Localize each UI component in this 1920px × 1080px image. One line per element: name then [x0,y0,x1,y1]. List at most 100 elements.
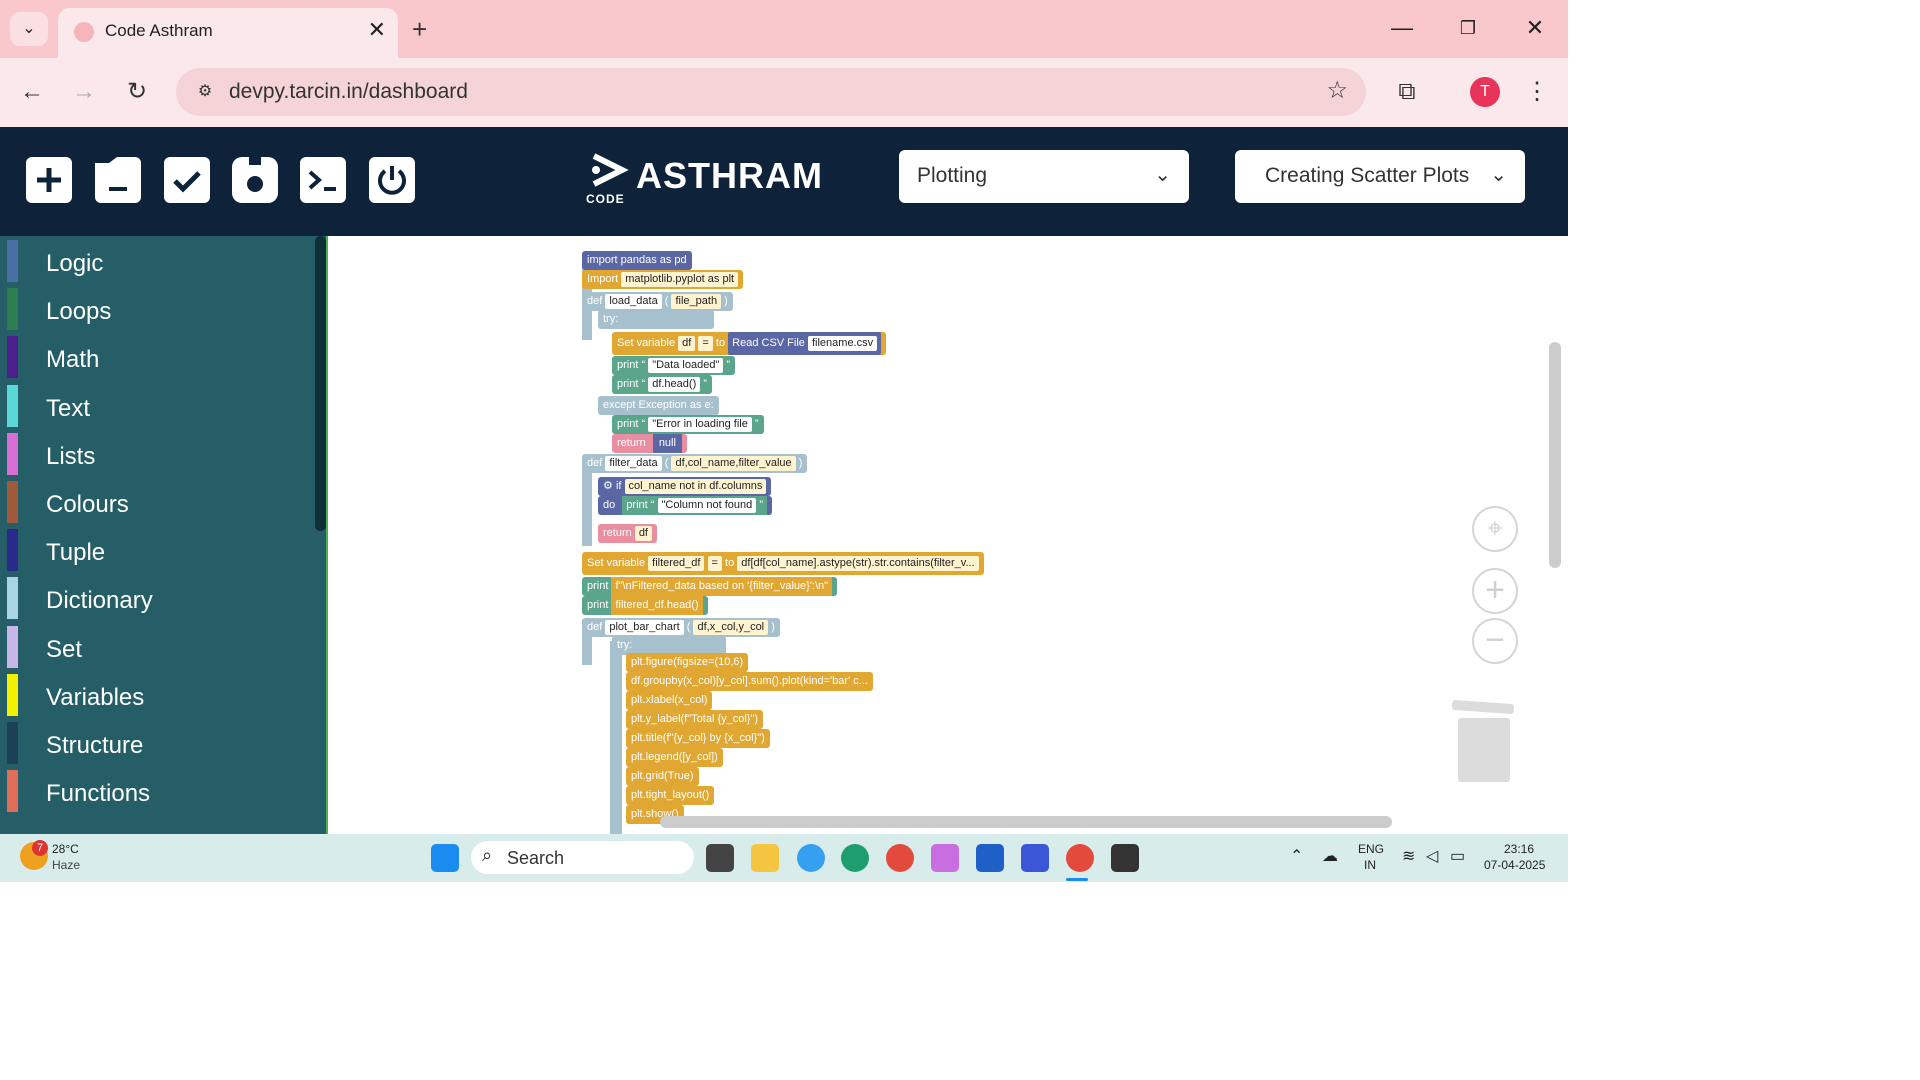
lesson-select[interactable]: Creating Scatter Plots ⌄ [1235,150,1525,203]
chrome-profile-icon[interactable] [886,844,914,872]
tray-chevron-up-icon[interactable]: ⌃ [1290,846,1303,866]
print-block[interactable]: print “ df.head() ” [612,375,712,394]
operator-dropdown[interactable]: = [707,556,722,571]
code-line-block[interactable]: plt.xlabel(x_col) [626,691,713,710]
read-csv-block[interactable]: Read CSV File filename.csv [728,332,882,355]
except-block[interactable]: except Exception as e: [598,396,719,415]
gear-icon[interactable]: ⚙ [603,480,613,492]
copilot-icon[interactable] [797,844,825,872]
print-block[interactable]: print f"\nFiltered_data based on '{filte… [582,577,838,596]
windows-start-icon[interactable] [431,844,459,872]
edge-icon[interactable] [841,844,869,872]
code-line-block[interactable]: plt.tight_layout() [626,786,715,805]
def-load-data-block[interactable]: def load_data ( file_path ) [582,292,733,311]
new-tab-icon[interactable]: + [412,12,427,46]
browser-menu-icon[interactable]: ⋮ [1519,74,1555,110]
zoom-out-icon[interactable]: − [1472,618,1518,664]
volume-icon[interactable]: ◁ [1426,846,1438,866]
reload-icon[interactable]: ↻ [119,74,155,110]
import-pandas-block[interactable]: import pandas as pd [582,251,692,270]
back-icon[interactable]: ← [14,74,50,110]
code-line-block[interactable]: df.groupby(x_col)[y_col].sum().plot(kind… [626,672,873,691]
terminal-button[interactable] [300,157,346,203]
return-block[interactable]: return df [598,524,657,543]
task-view-icon[interactable] [706,844,734,872]
operator-dropdown[interactable]: = [698,336,713,351]
cloud-icon[interactable]: ☁ [1322,846,1338,866]
code-line-block[interactable]: plt.title(f"{y_col} by {x_col}") [626,729,770,748]
zoom-in-icon[interactable]: + [1472,568,1518,614]
mysql-icon[interactable] [1021,844,1049,872]
return-block[interactable]: return null [612,434,687,453]
category-loops[interactable]: Loops [0,288,314,336]
def-filter-data-block[interactable]: def filter_data ( df,col_name,filter_val… [582,454,808,473]
def-plot-bar-chart-block[interactable]: def plot_bar_chart ( df,x_col,y_col ) [582,618,780,637]
code-line-block[interactable]: plt.y_label(f"Total {y_col}") [626,710,764,729]
category-variables[interactable]: Variables [0,673,314,722]
window-close-icon[interactable]: ✕ [1515,10,1555,46]
restore-icon[interactable]: ❐ [1448,10,1488,46]
file-explorer-icon[interactable] [751,844,779,872]
recenter-icon[interactable]: ⌖ [1472,506,1518,552]
weather-temp[interactable]: 28°C [52,842,79,856]
category-math[interactable]: Math [0,336,314,384]
category-functions[interactable]: Functions [0,770,314,818]
code-line-block[interactable]: plt.legend([y_col]) [626,748,723,767]
code-line-block[interactable]: plt.grid(True) [626,767,699,786]
open-file-button[interactable] [95,157,141,203]
print-block[interactable]: print filtered_df.head() [582,596,708,615]
topic-select[interactable]: Plotting ⌄ [899,150,1189,203]
set-variable-df-block[interactable]: Set variable df = to Read CSV File filen… [612,332,887,355]
extensions-icon[interactable]: ⧉ [1389,74,1425,110]
forward-icon[interactable]: → [66,74,102,110]
run-check-button[interactable] [164,157,210,203]
set-variable-filtered-block[interactable]: Set variable filtered_df = to df[df[col_… [582,552,984,575]
taskbar-search[interactable]: ⌕ Search [471,841,694,874]
try-block[interactable]: try: [598,310,714,329]
print-block[interactable]: print “ "Data loaded" ” [612,356,736,375]
wifi-icon[interactable]: ≋ [1402,846,1415,866]
category-text[interactable]: Text [0,384,314,433]
tab-close-icon[interactable]: ✕ [368,17,386,43]
category-set[interactable]: Set [0,625,314,674]
battery-icon[interactable]: ▭ [1450,846,1465,866]
tab-search-dropdown-icon[interactable]: ⌄ [10,12,48,46]
def-keyword: def [587,295,603,307]
power-button[interactable] [369,157,415,203]
print-block[interactable]: print “ "Error in loading file ” [612,415,764,434]
browser-tab-active[interactable]: Code Asthram ✕ [58,8,398,58]
profile-avatar[interactable]: T [1470,77,1500,107]
copilot-app-icon[interactable] [931,844,959,872]
category-structure[interactable]: Structure [0,722,314,770]
import-plt-block[interactable]: Import matplotlib.pyplot as plt [582,270,744,289]
new-file-button[interactable] [26,157,72,203]
block-workspace[interactable]: import pandas as pd Import matplotlib.py… [330,236,1568,834]
category-dictionary[interactable]: Dictionary [0,577,314,625]
if-block[interactable]: ⚙ if col_name not in df.columns [598,477,772,496]
chrome-icon[interactable] [1066,844,1094,872]
bookmark-star-icon[interactable]: ☆ [1326,76,1348,105]
code-line-block[interactable]: plt.figure(figsize=(10,6) [626,653,749,672]
variable-name: filtered_df [648,556,705,571]
vertical-scrollbar[interactable] [1549,342,1561,568]
print-block[interactable]: print “ "Column not found ” [622,496,767,515]
site-info-icon[interactable]: ⚙ [190,78,220,106]
camera-button[interactable] [232,157,278,203]
language-top[interactable]: ENG [1358,842,1384,856]
do-block[interactable]: do print “ "Column not found ” [598,496,772,515]
string-value: df.head() [648,377,701,392]
minimize-icon[interactable]: — [1382,10,1422,46]
category-lists[interactable]: Lists [0,432,314,481]
category-colours[interactable]: Colours [0,481,314,529]
clock-time[interactable]: 23:16 [1504,842,1534,856]
category-color-bar [7,770,18,813]
app-icon[interactable] [1111,844,1139,872]
sidebar-scrollbar[interactable] [315,236,326,531]
category-logic[interactable]: Logic [0,240,314,288]
horizontal-scrollbar[interactable] [660,816,1392,828]
trash-icon[interactable] [1451,699,1516,784]
category-tuple[interactable]: Tuple [0,529,314,577]
store-icon[interactable] [976,844,1004,872]
url-text[interactable]: devpy.tarcin.in/dashboard [229,80,468,104]
address-bar[interactable]: ⚙ devpy.tarcin.in/dashboard ☆ [176,68,1366,116]
